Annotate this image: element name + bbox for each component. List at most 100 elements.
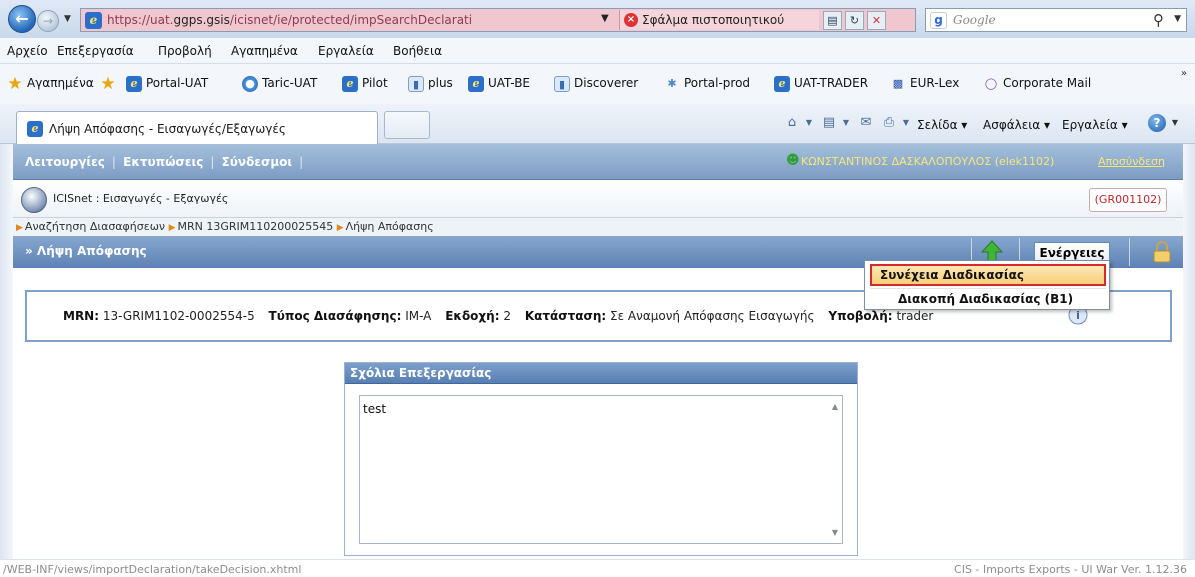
favorites-button[interactable]: ★ Αγαπημένα xyxy=(7,74,94,94)
ie-page-icon: e xyxy=(85,12,102,29)
fav-uat-trader[interactable]: e UAT-TRADER xyxy=(774,76,868,94)
breadcrumb: ▶ Αναζήτηση Διασαφήσεων ▶ MRN 13GRIM110200… xyxy=(13,218,1183,236)
submission-value: trader xyxy=(896,309,934,323)
mail-read-icon[interactable]: ✉ xyxy=(857,114,875,132)
version-value: 2 xyxy=(503,309,511,323)
app-menu-links[interactable]: Σύνδεσμοι xyxy=(222,155,293,169)
section-title: » Λήψη Απόφασης xyxy=(25,244,147,258)
menu-edit[interactable]: Επεξεργασία xyxy=(57,44,134,58)
address-bar[interactable]: e https://uat.ggps.gsis/icisnet/ie/prote… xyxy=(80,8,916,32)
tab-active[interactable]: e Λήψη Απόφασης - Εισαγωγές/Εξαγωγές xyxy=(16,111,378,144)
app-logo-icon xyxy=(21,187,47,213)
app-menu-bar: Λειτουργίες | Εκτυπώσεις | Σύνδεσμοι | ☻ ΚΩ… xyxy=(13,144,1183,180)
fav-discoverer[interactable]: ▮ Discoverer xyxy=(554,76,638,94)
back-icon[interactable]: ← xyxy=(8,5,36,33)
globe-icon: ● xyxy=(242,76,258,92)
scroll-down-icon[interactable]: ▼ xyxy=(832,528,838,537)
fav-portal-prod[interactable]: ✱ Portal-prod xyxy=(664,76,750,94)
breadcrumb-arrow-icon: ▶ xyxy=(168,223,176,233)
fav-corporate-mail[interactable]: ◯ Corporate Mail xyxy=(983,76,1091,94)
ie-icon: e xyxy=(774,76,790,92)
forward-icon[interactable]: → xyxy=(37,10,59,32)
continue-process-item[interactable]: Συνέχεια Διαδικασίας xyxy=(870,264,1106,286)
add-favorite-button[interactable]: ★ xyxy=(100,76,122,94)
fav-portal-uat[interactable]: e Portal-UAT xyxy=(126,76,208,94)
comments-textarea[interactable]: test ▲ ▼ xyxy=(359,395,843,544)
divider xyxy=(1129,238,1130,266)
scroll-up-icon[interactable]: ▲ xyxy=(832,402,838,411)
ie-icon: e xyxy=(126,76,142,92)
help-icon[interactable]: ? xyxy=(1148,114,1166,132)
user-icon: ☻ xyxy=(786,153,800,168)
menu-file[interactable]: Αρχείο xyxy=(7,44,48,58)
processing-comments-panel: Σχόλια Επεξεργασίας test ▲ ▼ xyxy=(344,362,858,556)
print-dropdown-icon[interactable]: ▼ xyxy=(897,114,915,132)
favorites-label: Αγαπημένα xyxy=(27,76,94,90)
monitor-icon: ▩ xyxy=(892,77,904,90)
ie-icon: e xyxy=(27,121,43,137)
history-dropdown-icon[interactable]: ▼ xyxy=(64,12,76,26)
search-placeholder: Google xyxy=(953,13,996,27)
feeds-dropdown-icon[interactable]: ▼ xyxy=(837,114,855,132)
tools-menu[interactable]: Εργαλεία ▾ xyxy=(1062,118,1128,132)
declaration-info: MRN: 13-GRIM1102-0002554-5 Τύπος Διασάφη… xyxy=(63,309,934,323)
status-bar: /WEB-INF/views/importDeclaration/takeDec… xyxy=(0,559,1195,577)
portal-icon: ✱ xyxy=(667,77,677,90)
menu-help[interactable]: Βοήθεια xyxy=(393,44,442,58)
menu-favorites[interactable]: Αγαπημένα xyxy=(231,44,298,58)
app-name: ICISnet : Εισαγωγές - Εξαγωγές xyxy=(53,192,229,205)
svg-text:i: i xyxy=(1076,309,1080,322)
search-box[interactable]: g Google ⚲ ▼ xyxy=(925,8,1187,32)
app-version: CIS - Imports Exports - UI War Ver. 1.12… xyxy=(954,563,1187,576)
fav-taric-uat[interactable]: ● Taric-UAT xyxy=(242,76,317,94)
fav-plus[interactable]: ▮ plus xyxy=(408,76,453,94)
declaration-type-value: IM-A xyxy=(405,309,432,323)
ie-icon: e xyxy=(468,76,484,92)
actions-dropdown: Συνέχεια Διαδικασίας Διακοπή Διαδικασίας… xyxy=(864,260,1110,310)
cert-error-label: Σφάλμα πιστοποιητικού xyxy=(642,13,785,27)
url-text[interactable]: https://uat.ggps.gsis/icisnet/ie/protect… xyxy=(107,13,601,27)
compatibility-view-icon[interactable]: ▤ xyxy=(823,11,842,30)
menu-bar: Αρχείο Επεξεργασία Προβολή Αγαπημένα Εργ… xyxy=(0,38,1195,64)
url-dropdown-icon[interactable]: ▼ xyxy=(601,13,609,24)
breadcrumb-mrn[interactable]: MRN 13GRIM110200025545 xyxy=(177,220,333,233)
fav-eur-lex[interactable]: ▩ EUR-Lex xyxy=(890,76,960,94)
stop-process-item[interactable]: Διακοπή Διαδικασίας (B1) xyxy=(870,288,1106,308)
breadcrumb-arrow-icon: ▶ xyxy=(16,223,23,233)
app-menu-functions[interactable]: Λειτουργίες xyxy=(25,155,105,169)
breadcrumb-search[interactable]: Αναζήτηση Διασαφήσεων xyxy=(25,220,165,233)
menu-tools[interactable]: Εργαλεία xyxy=(318,44,374,58)
tab-row: e Λήψη Απόφασης - Εισαγωγές/Εξαγωγές ⌂ ▼… xyxy=(0,104,1195,144)
lock-icon[interactable] xyxy=(1152,241,1172,263)
new-tab-button[interactable] xyxy=(384,111,430,139)
certificate-error[interactable]: × Σφάλμα πιστοποιητικού xyxy=(619,10,819,30)
chart-icon: ▮ xyxy=(554,76,570,92)
chart-icon: ▮ xyxy=(408,76,424,92)
home-icon[interactable]: ⌂ xyxy=(783,114,801,132)
print-icon[interactable]: ⎙ xyxy=(880,114,898,132)
menu-view[interactable]: Προβολή xyxy=(158,44,212,58)
fav-pilot[interactable]: e Pilot xyxy=(342,76,388,94)
logout-link[interactable]: Αποσύνδεση xyxy=(1098,155,1165,168)
window-right-edge xyxy=(1183,144,1195,559)
comments-title: Σχόλια Επεξεργασίας xyxy=(345,363,857,384)
app-menu: Λειτουργίες | Εκτυπώσεις | Σύνδεσμοι | xyxy=(25,155,304,169)
search-dropdown-icon[interactable]: ▼ xyxy=(1174,14,1181,24)
tab-title: Λήψη Απόφασης - Εισαγωγές/Εξαγωγές xyxy=(49,122,286,136)
search-icon[interactable]: ⚲ xyxy=(1153,11,1164,29)
fav-uat-be[interactable]: e UAT-BE xyxy=(468,76,530,94)
home-dropdown-icon[interactable]: ▼ xyxy=(800,114,818,132)
app-menu-prints[interactable]: Εκτυπώσεις xyxy=(123,155,203,169)
comments-value: test xyxy=(363,402,387,416)
refresh-icon[interactable]: ↻ xyxy=(845,11,864,30)
stop-icon[interactable]: ✕ xyxy=(867,11,886,30)
feeds-icon[interactable]: ▤ xyxy=(820,114,838,132)
window-left-edge xyxy=(0,144,13,559)
help-dropdown-icon[interactable]: ▼ xyxy=(1166,114,1184,132)
safety-menu[interactable]: Ασφάλεια ▾ xyxy=(983,118,1050,132)
star-icon: ★ xyxy=(7,74,23,94)
office-code-badge: (GR001102) xyxy=(1089,188,1167,212)
chevron-more-icon[interactable]: » xyxy=(1181,68,1187,79)
browser-address-row: ← → ▼ e https://uat.ggps.gsis/icisnet/ie… xyxy=(0,0,1195,38)
page-menu[interactable]: Σελίδα ▾ xyxy=(917,118,967,132)
